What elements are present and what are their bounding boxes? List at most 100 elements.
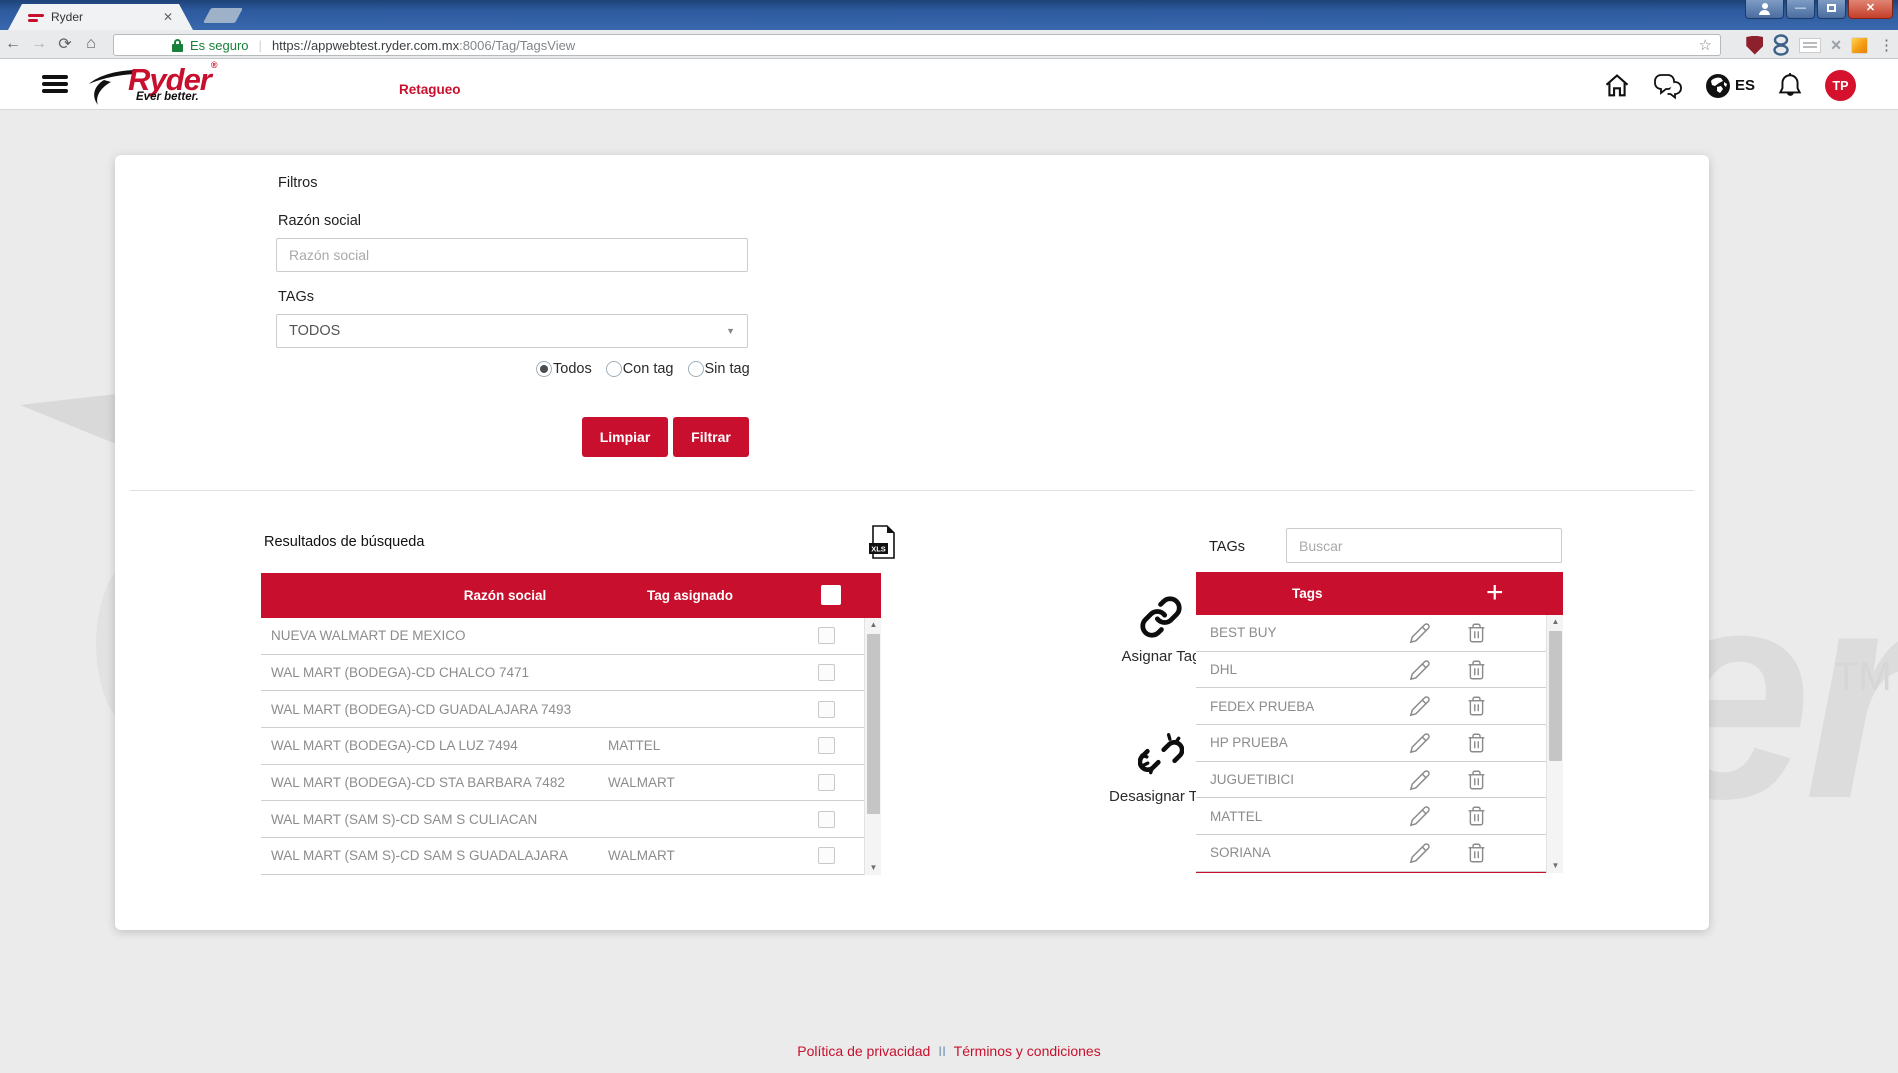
tags-select-value: TODOS — [289, 323, 341, 339]
language-selector[interactable]: ES — [1705, 73, 1755, 99]
bookmark-star-icon[interactable]: ☆ — [1699, 36, 1712, 54]
delete-trash-icon[interactable] — [1466, 842, 1487, 867]
results-table-body: NUEVA WALMART DE MEXICO WAL MART (BODEGA)… — [261, 618, 881, 875]
table-row[interactable]: WAL MART (SAM S)-CD SAM S GUADALAJARA WAL… — [261, 838, 881, 875]
edit-pencil-icon[interactable] — [1409, 622, 1431, 647]
add-tag-icon[interactable]: + — [1486, 576, 1504, 610]
export-xls-icon[interactable]: XLS — [868, 525, 896, 559]
delete-trash-icon[interactable] — [1466, 769, 1487, 794]
table-row[interactable]: WAL MART (BODEGA)-CD CHALCO 7471 — [261, 654, 881, 692]
razon-social-label: Razón social — [278, 213, 362, 229]
edit-pencil-icon[interactable] — [1409, 842, 1431, 867]
table-row[interactable]: WAL MART (BODEGA)-CD STA BARBARA 7482 WAL… — [261, 764, 881, 802]
x-extension-icon[interactable]: ✕ — [1830, 37, 1842, 54]
scroll-down-icon[interactable]: ▼ — [865, 861, 882, 875]
new-tab-button[interactable] — [203, 8, 243, 23]
tag-row[interactable]: DHL — [1196, 651, 1563, 689]
tags-select[interactable]: TODOS ▼ — [276, 314, 748, 348]
edit-pencil-icon[interactable] — [1409, 659, 1431, 684]
radio-con-tag-circle[interactable] — [605, 361, 622, 377]
scroll-down-icon[interactable]: ▼ — [1547, 859, 1564, 873]
radio-todos-circle[interactable] — [536, 361, 552, 377]
row-checkbox[interactable] — [818, 664, 835, 682]
edit-pencil-icon[interactable] — [1409, 769, 1431, 794]
row-checkbox[interactable] — [818, 627, 835, 645]
tag-row[interactable]: FEDEX PRUEBA — [1196, 688, 1563, 726]
maximize-button[interactable] — [1817, 0, 1846, 19]
row-checkbox[interactable] — [818, 737, 835, 755]
tag-row[interactable]: HP PRUEBA — [1196, 725, 1563, 762]
table-row[interactable]: WAL MART (BODEGA)-CD LA LUZ 7494 MATTEL — [261, 728, 881, 765]
shield-extension-icon[interactable] — [1746, 35, 1764, 55]
profile-window-button[interactable] — [1745, 0, 1784, 19]
forward-icon[interactable]: → — [26, 35, 52, 53]
tag-row[interactable]: JUGUETIBICI — [1196, 761, 1563, 799]
svg-text:XLS: XLS — [871, 545, 886, 554]
reload-icon[interactable]: ⟳ — [52, 34, 78, 54]
tab-close-icon[interactable]: ✕ — [163, 10, 173, 24]
results-scrollbar[interactable]: ▲ ▼ — [864, 618, 881, 875]
edit-pencil-icon[interactable] — [1409, 732, 1431, 757]
chat-icon[interactable] — [1653, 72, 1683, 100]
delete-trash-icon[interactable] — [1466, 805, 1487, 830]
close-window-button[interactable]: ✕ — [1848, 0, 1893, 19]
home-icon[interactable] — [1603, 72, 1631, 100]
select-all-checkbox[interactable] — [821, 585, 841, 605]
edit-pencil-icon[interactable] — [1409, 695, 1431, 720]
delete-trash-icon[interactable] — [1466, 622, 1487, 647]
terms-link[interactable]: Términos y condiciones — [954, 1043, 1101, 1059]
tag-name-cell: JUGUETIBICI — [1210, 772, 1295, 788]
extension-badge-icon[interactable] — [1799, 37, 1822, 53]
scrollbar-thumb[interactable] — [1549, 631, 1562, 761]
globe-icon — [1705, 73, 1730, 98]
secure-label: Es seguro — [190, 37, 249, 53]
radio-sin-tag-circle[interactable] — [687, 361, 704, 377]
edit-pencil-icon[interactable] — [1409, 805, 1431, 830]
delete-trash-icon[interactable] — [1466, 695, 1487, 720]
ryder-favicon — [28, 12, 44, 23]
table-row[interactable]: NUEVA WALMART DE MEXICO — [261, 618, 881, 655]
url-suffix: :8006/Tag/TagsView — [459, 37, 576, 53]
main-card: Filtros Razón social TAGs TODOS ▼ Todos … — [115, 155, 1709, 930]
scrollbar-thumb[interactable] — [867, 634, 880, 814]
tag-name-cell: SORIANA — [1210, 845, 1271, 861]
table-row[interactable]: WAL MART (SAM S)-CD SAM S CULIACAN — [261, 801, 881, 839]
tab-title: Ryder — [51, 10, 84, 24]
hamburger-menu-icon[interactable] — [42, 75, 68, 96]
tags-search-input[interactable] — [1286, 528, 1562, 563]
row-checkbox[interactable] — [818, 847, 835, 865]
tag-row[interactable]: SORIANA — [1196, 835, 1563, 872]
browser-tab[interactable]: Ryder ✕ — [8, 4, 193, 30]
row-checkbox[interactable] — [818, 774, 835, 792]
delete-trash-icon[interactable] — [1466, 659, 1487, 684]
privacy-link[interactable]: Política de privacidad — [797, 1043, 930, 1059]
row-checkbox[interactable] — [818, 700, 835, 718]
tag-row[interactable]: MATTEL — [1196, 798, 1563, 836]
hourglass-extension-icon[interactable] — [1772, 33, 1790, 57]
tag-name-cell: MATTEL — [1210, 808, 1263, 824]
delete-trash-icon[interactable] — [1466, 732, 1487, 757]
address-bar[interactable]: Es seguro | https://appwebtest.ryder.com… — [113, 34, 1721, 56]
user-avatar[interactable]: TP — [1825, 70, 1856, 101]
limpiar-button[interactable]: Limpiar — [582, 417, 668, 457]
filtrar-button[interactable]: Filtrar — [673, 417, 749, 457]
table-row[interactable]: WAL MART (BODEGA)-CD GUADALAJARA 7493 — [261, 691, 881, 729]
tags-filter-label: TAGs — [278, 289, 314, 305]
browser-menu-icon[interactable]: ⋮ — [1879, 36, 1894, 54]
image-extension-icon[interactable] — [1851, 36, 1868, 54]
radio-sin-tag[interactable]: Sin tag — [687, 361, 750, 377]
scroll-up-icon[interactable]: ▲ — [865, 618, 882, 632]
radio-con-tag[interactable]: Con tag — [605, 361, 674, 377]
tags-scrollbar[interactable]: ▲ ▼ — [1546, 615, 1563, 873]
razon-social-input[interactable] — [276, 238, 748, 272]
tag-row[interactable]: BEST BUY — [1196, 615, 1563, 652]
row-checkbox[interactable] — [818, 810, 835, 828]
col-tag-asignado: Tag asignado — [647, 588, 734, 603]
back-icon[interactable]: ← — [0, 35, 26, 53]
notifications-bell-icon[interactable] — [1777, 72, 1803, 100]
radio-todos[interactable]: Todos — [536, 361, 592, 377]
minimize-button[interactable]: — — [1786, 0, 1815, 19]
scroll-up-icon[interactable]: ▲ — [1547, 615, 1564, 629]
col-tags: Tags — [1292, 586, 1323, 601]
browser-home-icon[interactable]: ⌂ — [78, 35, 104, 53]
